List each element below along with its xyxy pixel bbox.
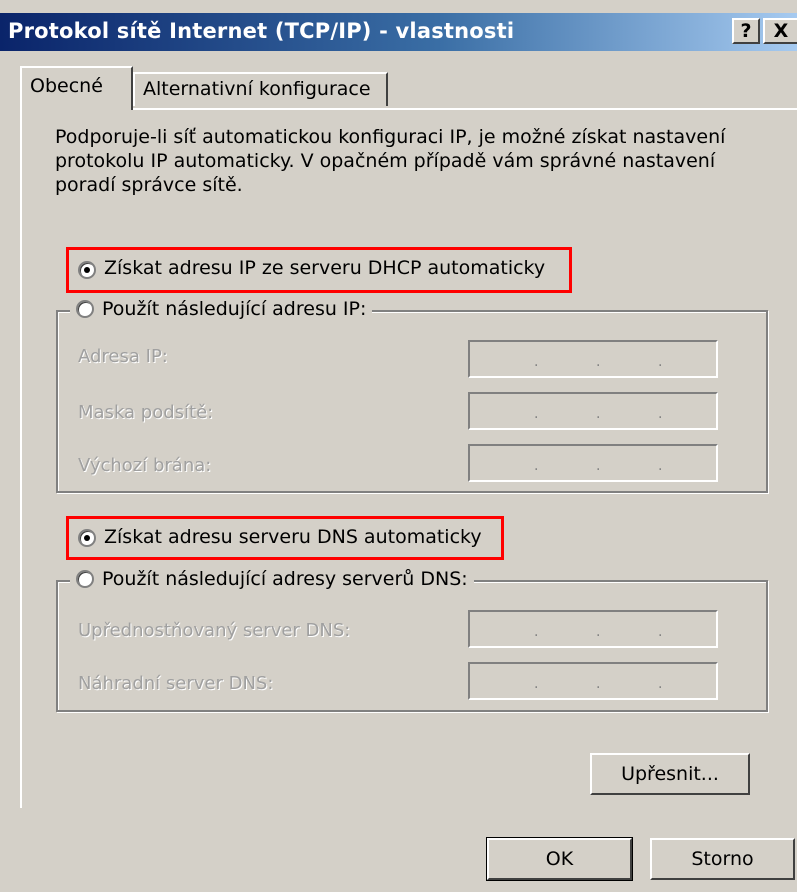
help-button[interactable]: ? — [732, 18, 760, 44]
ip-manual-radio[interactable] — [76, 300, 94, 318]
tab-general[interactable]: Obecné — [20, 66, 133, 110]
title-bar[interactable]: Protokol sítě Internet (TCP/IP) - vlastn… — [0, 13, 797, 51]
close-button[interactable]: X — [763, 18, 797, 44]
alternate-dns-field: ... — [468, 662, 718, 700]
ip-auto-radio[interactable] — [78, 261, 96, 279]
preferred-dns-field: ... — [468, 610, 718, 648]
ip-address-label: Adresa IP: — [78, 346, 168, 367]
ip-manual-label[interactable]: Použít následující adresu IP: — [102, 298, 366, 320]
ip-manual-legend: Použít následující adresu IP: — [70, 298, 373, 320]
preferred-dns-label: Upřednostňovaný server DNS: — [78, 620, 351, 641]
default-gateway-field: ... — [468, 444, 718, 482]
advanced-button[interactable]: Upřesnit... — [590, 753, 750, 795]
dns-auto-label[interactable]: Získat adresu serveru DNS automaticky — [104, 526, 482, 548]
window-title: Protokol sítě Internet (TCP/IP) - vlastn… — [8, 19, 515, 43]
dns-auto-radio[interactable] — [78, 529, 96, 547]
subnet-mask-field: ... — [468, 392, 718, 430]
default-gateway-label: Výchozí brána: — [78, 455, 212, 476]
dns-manual-legend: Použít následující adresy serverů DNS: — [70, 568, 474, 590]
dialog-window: Protokol sítě Internet (TCP/IP) - vlastn… — [0, 0, 797, 892]
subnet-mask-label: Maska podsítě: — [78, 402, 214, 423]
ip-address-field: ... — [468, 340, 718, 378]
dns-manual-radio[interactable] — [76, 570, 94, 588]
alternate-dns-label: Náhradní server DNS: — [78, 673, 274, 694]
ip-auto-label[interactable]: Získat adresu IP ze serveru DHCP automat… — [104, 257, 545, 279]
intro-text: Podporuje-li síť automatickou konfigurac… — [55, 126, 726, 196]
ok-button[interactable]: OK — [486, 837, 633, 881]
dns-manual-label[interactable]: Použít následující adresy serverů DNS: — [102, 568, 468, 590]
cancel-button[interactable]: Storno — [650, 838, 795, 880]
tab-alternate-configuration[interactable]: Alternativní konfigurace — [133, 72, 388, 106]
